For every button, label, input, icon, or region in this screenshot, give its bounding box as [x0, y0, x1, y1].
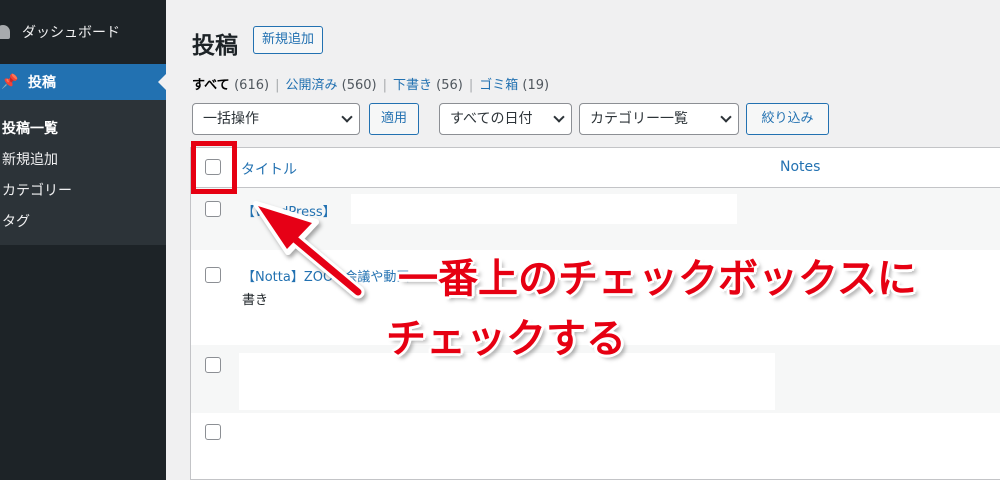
annotation-text-line2: チェックする: [386, 316, 626, 362]
annotation-text-line1: 一番上のチェックボックスに: [398, 256, 917, 302]
annotation-arrow: [253, 201, 365, 299]
